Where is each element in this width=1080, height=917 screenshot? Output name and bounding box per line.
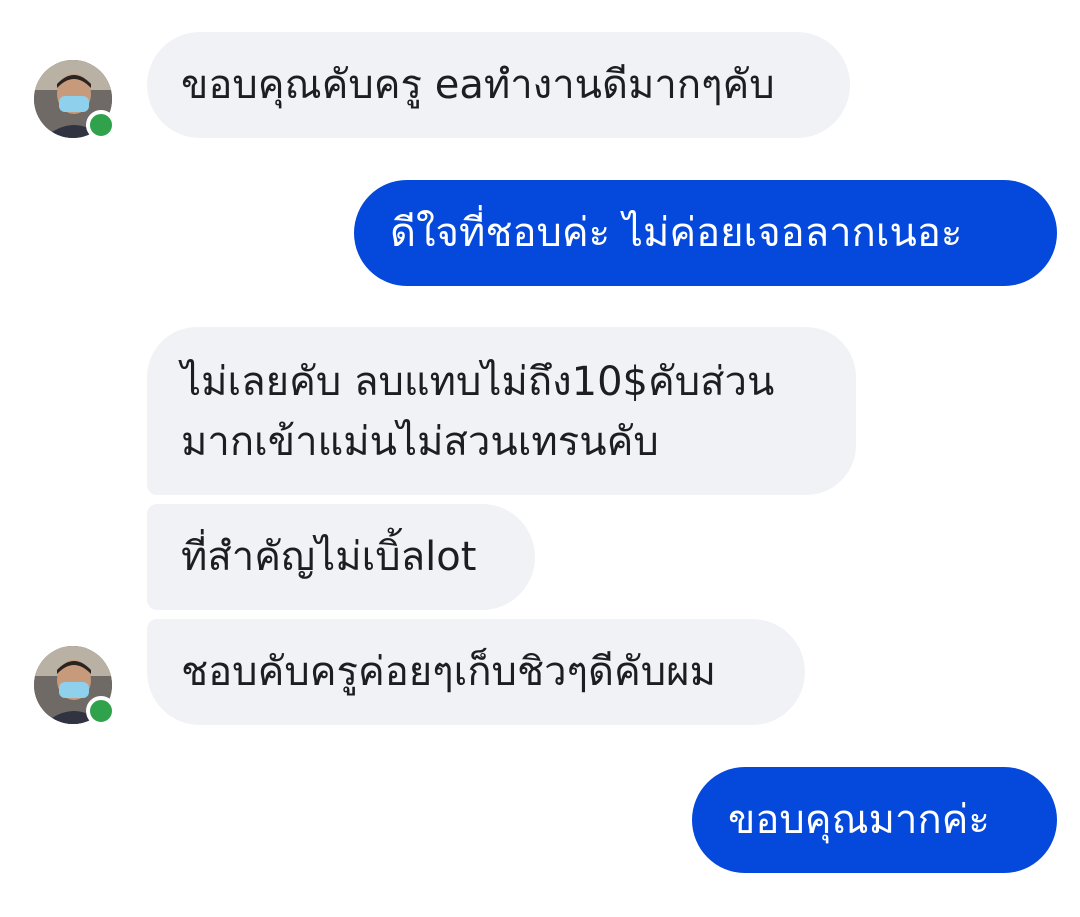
message-bubble-incoming[interactable]: ขอบคุณคับครู eaทำงานดีมากๆคับ	[147, 32, 850, 138]
message-bubble-incoming[interactable]: ไม่เลยคับ ลบแทบไม่ถึง10$คับส่วน มากเข้าแ…	[147, 327, 856, 495]
message-text-line: มากเข้าแม่นไม่สวนเทรนคับ	[181, 419, 659, 465]
message-bubble-incoming[interactable]: ชอบคับครูค่อยๆเก็บชิวๆดีคับผม	[147, 619, 805, 725]
contact-avatar[interactable]	[34, 60, 116, 140]
message-text: ดีใจที่ชอบค่ะ ไม่ค่อยเจอลากเนอะ	[390, 210, 963, 256]
message-text-line: ไม่เลยคับ ลบแทบไม่ถึง10$คับส่วน	[181, 359, 775, 405]
chat-thread: ขอบคุณคับครู eaทำงานดีมากๆคับ ดีใจที่ชอบ…	[0, 0, 1080, 917]
message-text: ขอบคุณมากค่ะ	[728, 797, 990, 843]
contact-avatar[interactable]	[34, 646, 116, 726]
message-bubble-incoming[interactable]: ที่สำคัญไม่เบิ้ลlot	[147, 504, 535, 610]
message-bubble-outgoing[interactable]: ขอบคุณมากค่ะ	[692, 767, 1057, 873]
online-status-icon	[86, 696, 116, 726]
message-text: ขอบคุณคับครู eaทำงานดีมากๆคับ	[181, 62, 775, 108]
online-status-icon	[86, 110, 116, 140]
message-bubble-outgoing[interactable]: ดีใจที่ชอบค่ะ ไม่ค่อยเจอลากเนอะ	[354, 180, 1057, 286]
message-text: ที่สำคัญไม่เบิ้ลlot	[181, 534, 477, 580]
message-text: ชอบคับครูค่อยๆเก็บชิวๆดีคับผม	[181, 649, 716, 695]
